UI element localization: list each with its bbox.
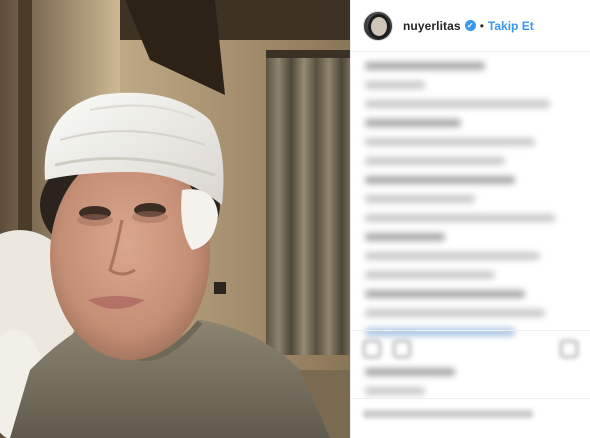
blurred-likes [365,368,545,406]
follow-button[interactable]: Takip Et [488,19,534,33]
caption-line [365,271,495,279]
divider [351,398,590,399]
comment-icon[interactable] [393,340,411,358]
caption-line [365,138,535,146]
post-header: nuyerlitas ✓ • Takip Et [351,0,590,52]
caption-line [365,62,485,70]
caption-line [365,100,550,108]
avatar[interactable] [363,10,393,41]
caption-line [365,233,445,241]
caption-line [365,119,461,127]
divider [351,330,590,331]
caption-line [365,176,515,184]
caption-line [365,290,525,298]
username-link[interactable]: nuyerlitas [403,19,461,33]
post-photo[interactable] [0,0,350,438]
caption-line [365,195,475,203]
photo-image [0,0,350,438]
comment-placeholder [363,410,533,418]
caption-line [365,81,425,89]
caption-line [365,309,545,317]
save-icon[interactable] [560,340,578,358]
caption-line [365,252,540,260]
like-icon[interactable] [363,340,381,358]
post-sidebar: nuyerlitas ✓ • Takip Et [350,0,590,438]
separator-dot: • [479,18,484,33]
caption-line [365,214,555,222]
caption-line [365,157,505,165]
likes-line [365,368,455,376]
instagram-post: nuyerlitas ✓ • Takip Et [0,0,590,438]
blurred-caption [365,62,561,347]
verified-badge-icon: ✓ [464,20,476,31]
action-bar [363,338,578,360]
date-line [365,387,425,395]
comment-input[interactable] [363,404,578,426]
